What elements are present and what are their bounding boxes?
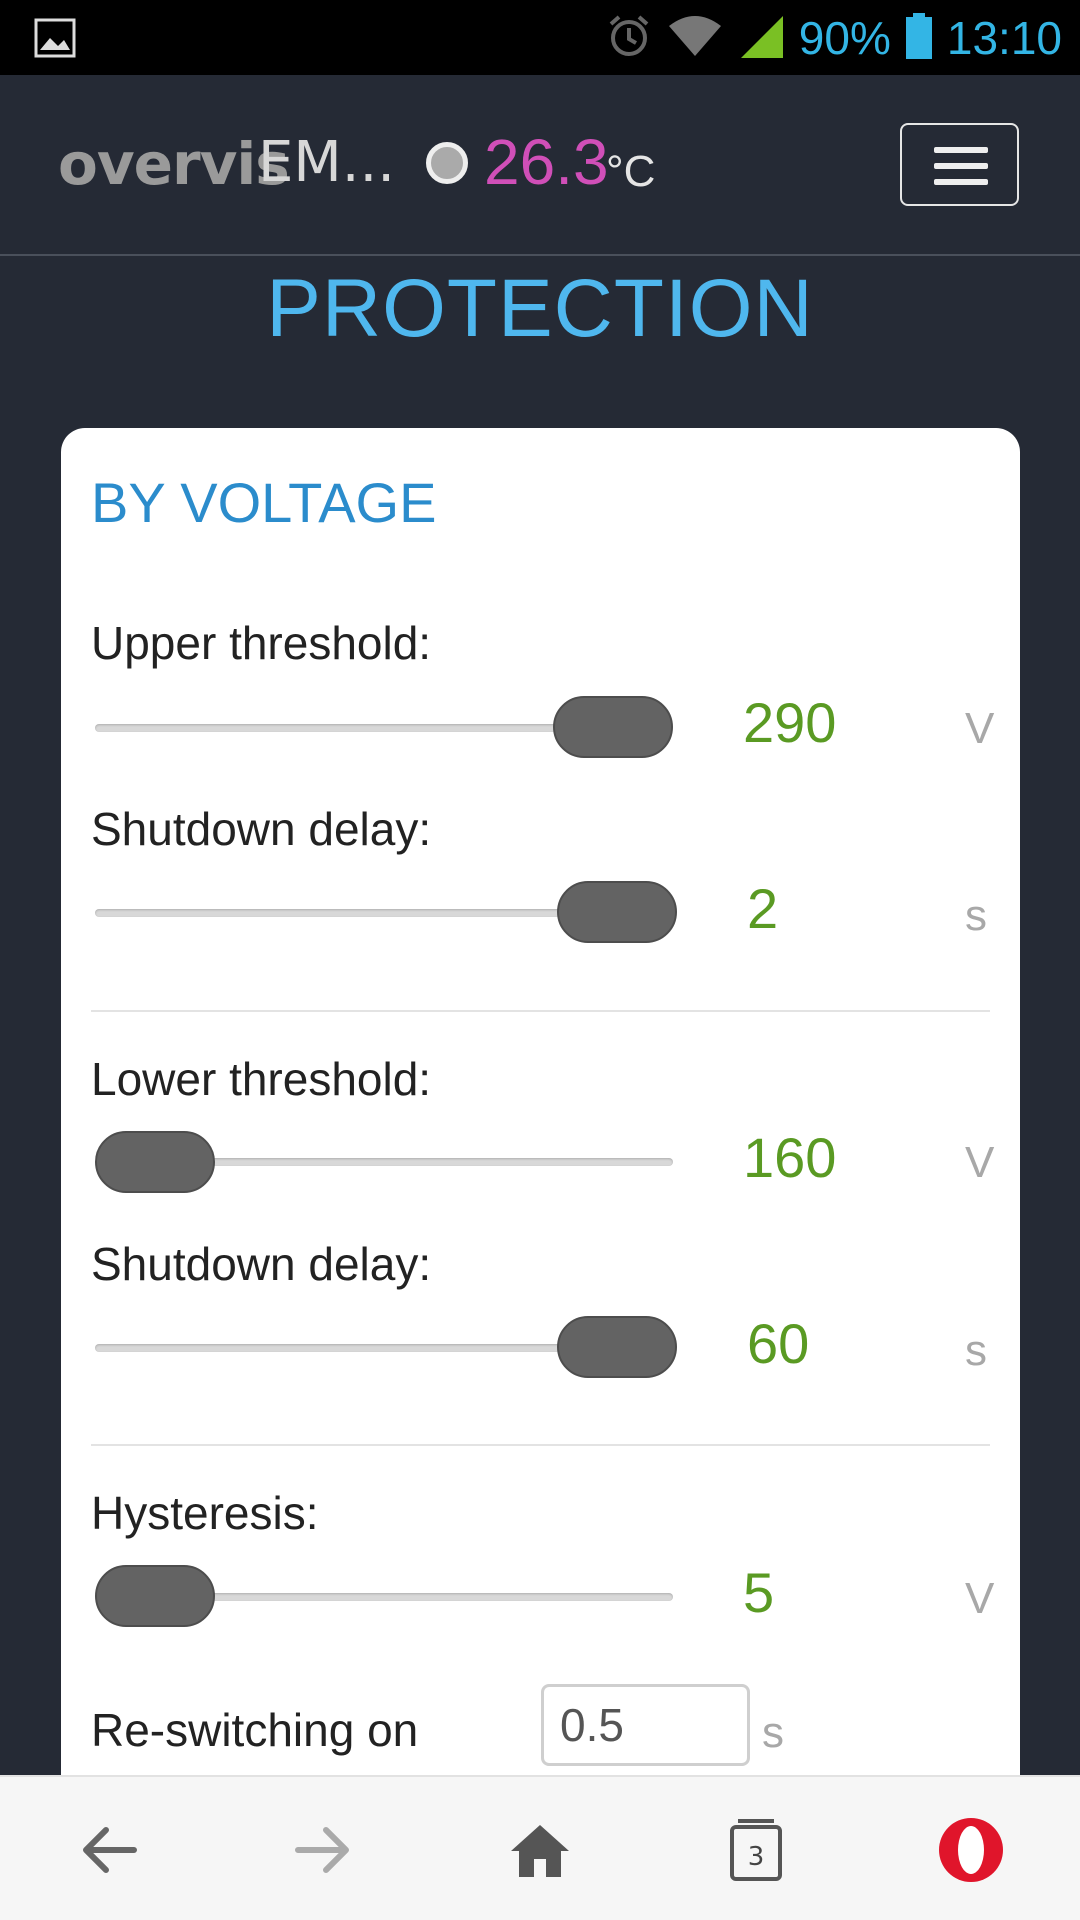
lower-shutdown-delay-value: 60	[747, 1312, 810, 1375]
lower-shutdown-delay-label: Shutdown delay:	[91, 1238, 432, 1290]
hysteresis-slider-thumb[interactable]	[95, 1565, 215, 1627]
lower-threshold-unit: V	[965, 1138, 995, 1187]
hysteresis-label: Hysteresis:	[91, 1487, 319, 1539]
temperature-unit: °C	[606, 147, 656, 196]
battery-icon	[905, 12, 933, 64]
hamburger-menu-button[interactable]	[900, 123, 1019, 206]
hysteresis-unit: V	[965, 1574, 995, 1623]
upper-threshold-slider-thumb[interactable]	[553, 696, 673, 758]
tabs-count: 3	[748, 1842, 765, 1872]
tabs-icon: 3	[730, 1818, 782, 1881]
home-icon	[511, 1824, 569, 1877]
lower-threshold-value: 160	[743, 1126, 837, 1189]
alarm-icon	[605, 12, 653, 64]
hysteresis-value: 5	[743, 1561, 775, 1624]
back-button[interactable]	[48, 1777, 168, 1920]
brand-logo[interactable]: overvis	[58, 130, 290, 198]
divider	[91, 1010, 990, 1012]
lower-shutdown-delay-unit: s	[965, 1326, 987, 1375]
device-model: EM...	[258, 130, 396, 195]
reswitch-delay-unit: s	[762, 1708, 784, 1757]
menu-line	[934, 179, 988, 185]
forward-arrow-icon	[295, 1826, 349, 1873]
status-bar: 90% 13:10	[0, 0, 1080, 75]
upper-threshold-label: Upper threshold:	[91, 617, 432, 669]
upper-threshold-value: 290	[743, 691, 837, 754]
temperature-value: 26.3	[484, 126, 609, 198]
opera-menu-button[interactable]	[911, 1777, 1031, 1920]
lower-threshold-label: Lower threshold:	[91, 1053, 432, 1105]
menu-line	[934, 163, 988, 169]
temperature-indicator-icon	[426, 142, 468, 184]
forward-button[interactable]	[264, 1777, 384, 1920]
clock: 13:10	[946, 11, 1062, 64]
signal-icon	[737, 12, 785, 64]
upper-threshold-unit: V	[965, 704, 995, 753]
opera-icon	[939, 1817, 1003, 1882]
upper-shutdown-delay-slider-thumb[interactable]	[557, 881, 677, 943]
upper-shutdown-delay-unit: s	[965, 891, 987, 940]
tabs-button[interactable]: 3	[696, 1777, 816, 1920]
menu-line	[934, 147, 988, 153]
reswitch-delay-input[interactable]	[541, 1684, 750, 1766]
app-header: overvis EM... 26.3 °C	[0, 75, 1080, 256]
divider	[91, 1444, 990, 1446]
lower-threshold-slider-thumb[interactable]	[95, 1131, 215, 1193]
image-notification-icon	[34, 18, 76, 62]
card-title: BY VOLTAGE	[91, 471, 437, 534]
page-title: PROTECTION	[266, 263, 814, 354]
wifi-icon	[667, 12, 723, 64]
upper-shutdown-delay-label: Shutdown delay:	[91, 803, 432, 855]
voltage-protection-card: BY VOLTAGE Upper threshold: 290 V Shutdo…	[61, 428, 1020, 1828]
lower-shutdown-delay-slider-thumb[interactable]	[557, 1316, 677, 1378]
upper-shutdown-delay-value: 2	[747, 877, 779, 940]
battery-percent: 90%	[798, 11, 891, 64]
browser-bottom-bar: 3	[0, 1775, 1080, 1920]
home-button[interactable]	[480, 1777, 600, 1920]
back-arrow-icon	[83, 1826, 137, 1873]
